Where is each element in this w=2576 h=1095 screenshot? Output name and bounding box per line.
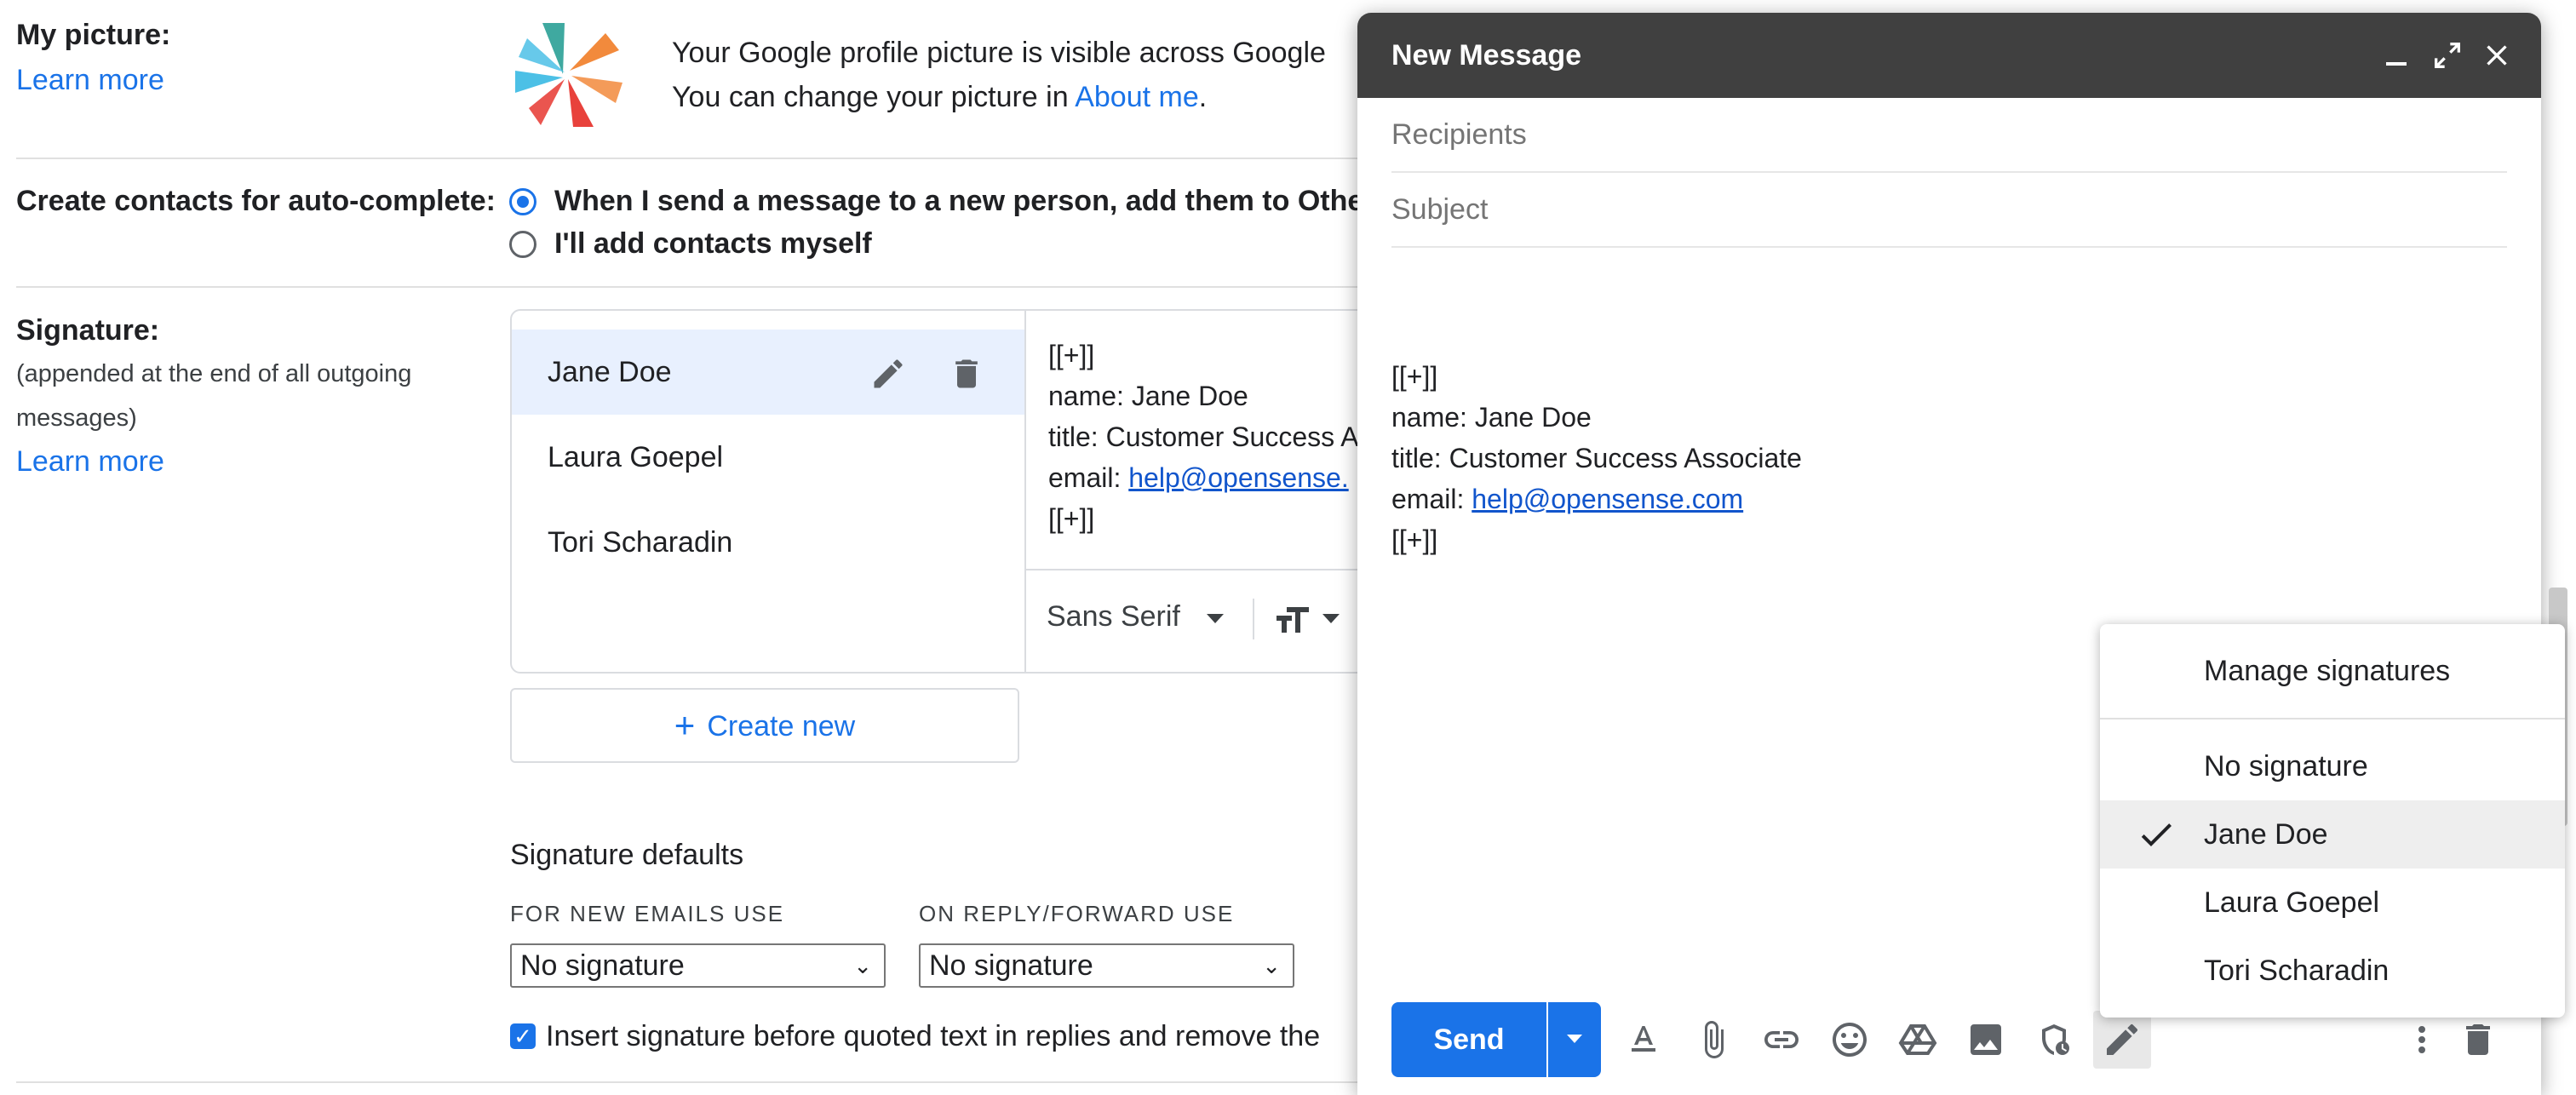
send-button[interactable]: Send <box>1391 1002 1546 1077</box>
signature-menu: Manage signatures No signature Jane Doe … <box>2100 624 2565 1018</box>
body-line: [[+]] <box>1391 361 1438 392</box>
signature-tool-button[interactable] <box>2093 1011 2151 1069</box>
signature-list-item[interactable]: Tori Scharadin <box>512 500 1024 585</box>
font-family-label: Sans Serif <box>1047 600 1180 633</box>
menu-item-laura-goepel[interactable]: Laura Goepel <box>2100 869 2565 937</box>
trash-icon[interactable] <box>948 355 985 393</box>
chevron-down-icon: ⌄ <box>1262 953 1281 978</box>
reply-forward-signature-select[interactable]: No signature ⌄ <box>919 943 1294 988</box>
toolbar-divider <box>1253 599 1254 639</box>
font-family-select[interactable]: Sans Serif <box>1047 600 1225 633</box>
signature-sublabel: (appended at the end of all outgoing mes… <box>16 352 411 440</box>
profile-picture-logo <box>515 23 622 127</box>
contacts-label: Create contacts for auto-complete: <box>16 185 496 217</box>
signature-learn-more-link[interactable]: Learn more <box>16 439 164 484</box>
about-me-link[interactable]: About me <box>1075 81 1199 113</box>
contacts-radio-auto[interactable] <box>509 188 536 215</box>
text-size-icon <box>1277 607 1309 633</box>
fullscreen-icon[interactable] <box>2430 38 2464 72</box>
separator <box>16 158 1379 159</box>
new-emails-selected: No signature <box>520 949 685 982</box>
send-options-button[interactable] <box>1548 1002 1601 1077</box>
signature-item-name: Tori Scharadin <box>548 526 733 559</box>
contacts-radio-manual[interactable] <box>509 231 536 258</box>
signature-preview[interactable]: [[+]] name: Jane Doe title: Customer Suc… <box>1048 335 1359 539</box>
create-new-signature-button[interactable]: + Create new <box>510 688 1019 763</box>
create-new-label: Create new <box>707 710 856 742</box>
link-icon[interactable] <box>1761 1019 1802 1060</box>
separator <box>16 1081 1379 1083</box>
compose-body[interactable]: [[+]] name: Jane Doe title: Customer Suc… <box>1391 356 1802 560</box>
compose-header: New Message <box>1357 13 2541 98</box>
subject-field[interactable]: Subject <box>1391 173 2507 248</box>
body-line: title: Customer Success Associate <box>1391 443 1802 473</box>
signature-editor-box: Jane Doe Laura Goepel Tori Scharadin [[+… <box>510 309 1450 674</box>
body-line: [[+]] <box>1391 525 1438 555</box>
preview-line: [[+]] <box>1048 503 1095 534</box>
preview-email-prefix: email: <box>1048 462 1129 493</box>
body-line: name: Jane Doe <box>1391 402 1592 433</box>
menu-item-label: Jane Doe <box>2204 818 2328 851</box>
signature-sublabel-line2: messages) <box>16 404 137 432</box>
chevron-down-icon <box>1322 614 1340 623</box>
menu-item-jane-doe[interactable]: Jane Doe <box>2100 800 2565 869</box>
drive-icon[interactable] <box>1897 1019 1938 1060</box>
menu-item-tori-scharadin[interactable]: Tori Scharadin <box>2100 937 2565 1005</box>
separator <box>16 286 1379 288</box>
preview-line: name: Jane Doe <box>1048 381 1248 411</box>
body-line: email: help@opensense.com <box>1391 479 1802 519</box>
chevron-down-icon: ⌄ <box>853 953 872 978</box>
preview-email-link[interactable]: help@opensense. <box>1128 462 1348 493</box>
attach-icon[interactable] <box>1693 1019 1734 1060</box>
menu-divider <box>2100 718 2565 719</box>
new-emails-label: FOR NEW EMAILS USE <box>510 901 785 926</box>
signature-label: Signature: <box>16 314 160 347</box>
preview-line: title: Customer Success A <box>1048 421 1359 452</box>
new-emails-signature-select[interactable]: No signature ⌄ <box>510 943 886 988</box>
signature-item-name: Laura Goepel <box>548 441 724 473</box>
close-icon[interactable] <box>2480 38 2514 72</box>
text-format-icon[interactable] <box>1623 1019 1664 1060</box>
body-email-link[interactable]: help@opensense.com <box>1472 484 1743 514</box>
plus-icon: + <box>674 705 696 745</box>
pencil-icon[interactable] <box>869 355 907 393</box>
signature-list-item[interactable]: Laura Goepel <box>512 415 1024 500</box>
minimize-icon[interactable] <box>2379 38 2413 72</box>
confidential-mode-icon[interactable] <box>2034 1019 2074 1060</box>
reply-selected: No signature <box>929 949 1093 982</box>
discard-draft-icon[interactable] <box>2458 1019 2499 1060</box>
pen-icon <box>2107 1023 2138 1055</box>
my-picture-learn-more-link[interactable]: Learn more <box>16 58 164 102</box>
my-picture-description: Your Google profile picture is visible a… <box>672 31 1326 119</box>
preview-line: email: help@opensense. <box>1048 457 1359 498</box>
picture-desc-line2: You can change your picture in About me. <box>672 75 1326 119</box>
menu-item-no-signature[interactable]: No signature <box>2100 732 2565 800</box>
compose-title: New Message <box>1391 39 1581 72</box>
recipients-field[interactable]: Recipients <box>1391 98 2507 173</box>
emoji-icon[interactable] <box>1829 1019 1870 1060</box>
body-email-prefix: email: <box>1391 484 1472 514</box>
picture-desc-suffix: . <box>1198 81 1208 113</box>
image-icon[interactable] <box>1965 1019 2006 1060</box>
preview-line: [[+]] <box>1048 340 1095 370</box>
contacts-option-manual-label[interactable]: I'll add contacts myself <box>554 227 872 261</box>
picture-desc-line1: Your Google profile picture is visible a… <box>672 37 1326 69</box>
signature-list-divider <box>1024 311 1026 672</box>
insert-signature-checkbox[interactable]: ✓ <box>510 1023 536 1049</box>
signature-list-item[interactable]: Jane Doe <box>512 330 1024 415</box>
my-picture-label: My picture: <box>16 19 171 51</box>
contacts-option-auto-label[interactable]: When I send a message to a new person, a… <box>554 185 1363 218</box>
text-size-button[interactable] <box>1271 600 1340 642</box>
menu-manage-signatures[interactable]: Manage signatures <box>2100 637 2565 705</box>
picture-desc-prefix: You can change your picture in <box>672 81 1076 113</box>
signature-item-name: Jane Doe <box>548 356 672 388</box>
chevron-down-icon <box>1207 613 1225 623</box>
reply-forward-label: ON REPLY/FORWARD USE <box>919 901 1235 926</box>
signature-sublabel-line1: (appended at the end of all outgoing <box>16 360 412 387</box>
more-options-icon[interactable] <box>2401 1019 2442 1060</box>
insert-signature-label[interactable]: Insert signature before quoted text in r… <box>546 1020 1320 1053</box>
check-icon <box>2141 823 2172 846</box>
signature-defaults-title: Signature defaults <box>510 839 744 871</box>
